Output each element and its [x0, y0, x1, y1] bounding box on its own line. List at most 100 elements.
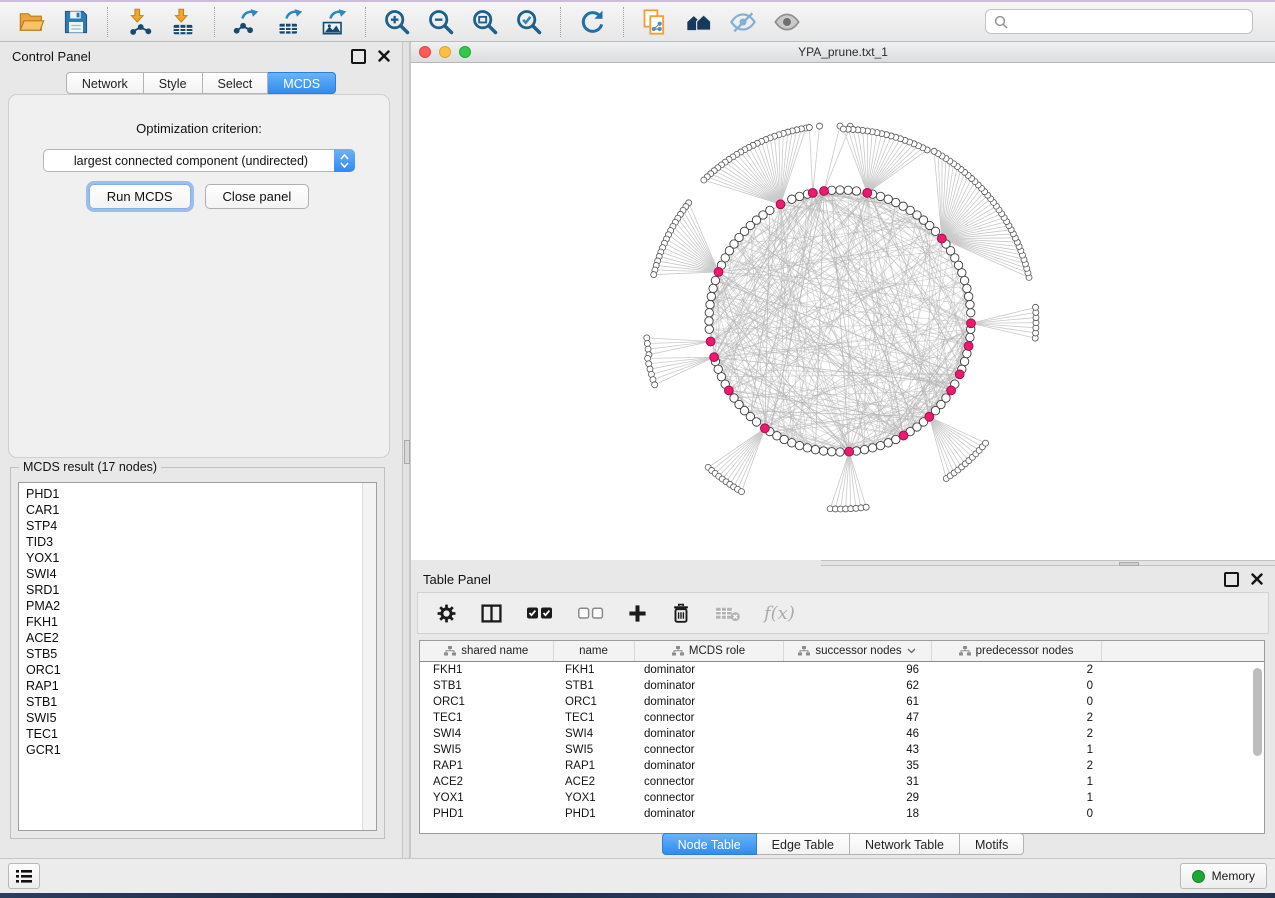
network-search-field[interactable] — [985, 9, 1253, 34]
network-window-titlebar[interactable]: YPA_prune.txt_1 — [411, 42, 1275, 63]
unchecked-boxes-icon — [577, 605, 604, 621]
node-table-body: FKH1FKH1dominator962STB1STB1dominator620… — [420, 661, 1264, 822]
show-all-button[interactable] — [771, 6, 803, 38]
delete-column-button[interactable] — [671, 603, 691, 624]
export-network-button[interactable] — [230, 6, 262, 38]
table-row[interactable]: ACE2ACE2connector311 — [420, 774, 1264, 790]
split-table-view-button[interactable] — [481, 604, 502, 623]
toolbar-separator — [214, 7, 215, 37]
control-panel-titlebar: Control Panel — [0, 42, 402, 70]
mcds-result-item[interactable]: FKH1 — [26, 614, 376, 630]
mcds-result-item[interactable]: PHD1 — [26, 486, 376, 502]
column-header-name[interactable]: name — [553, 641, 634, 661]
panel-menu-button[interactable] — [8, 863, 40, 889]
table-settings-button[interactable] — [436, 603, 457, 624]
tab-style[interactable]: Style — [144, 72, 203, 94]
table-row[interactable]: ORC1ORC1dominator610 — [420, 694, 1264, 710]
save-session-button[interactable] — [60, 6, 92, 38]
table-row[interactable]: SWI5SWI5connector431 — [420, 742, 1264, 758]
export-table-icon — [276, 8, 304, 36]
column-header-filler — [1101, 641, 1264, 661]
mcds-result-item[interactable]: RAP1 — [26, 678, 376, 694]
import-table-icon — [169, 8, 197, 36]
select-all-rows-button[interactable] — [526, 605, 553, 621]
column-header-MCDS-role[interactable]: MCDS role — [634, 641, 783, 661]
mcds-result-item[interactable]: YOX1 — [26, 550, 376, 566]
export-image-button[interactable] — [318, 6, 350, 38]
zoom-selected-button[interactable] — [513, 6, 545, 38]
mcds-list-scrollbar[interactable] — [362, 483, 376, 830]
criterion-select[interactable]: largest connected component (undirected) — [43, 149, 355, 172]
tab-edge-table[interactable]: Edge Table — [757, 833, 850, 855]
mcds-result-item[interactable]: TEC1 — [26, 726, 376, 742]
mcds-result-item[interactable]: ORC1 — [26, 662, 376, 678]
zoom-in-button[interactable] — [381, 6, 413, 38]
vertical-splitter[interactable] — [402, 42, 410, 858]
split-pane-icon — [481, 604, 502, 623]
import-table-button[interactable] — [167, 6, 199, 38]
table-row[interactable]: FKH1FKH1dominator962 — [420, 661, 1264, 678]
float-panel-icon[interactable] — [1224, 572, 1239, 587]
mcds-result-item[interactable]: TID3 — [26, 534, 376, 550]
table-scrollbar-thumb[interactable] — [1253, 668, 1262, 756]
zoom-fit-icon — [471, 8, 499, 36]
mcds-result-item[interactable]: CAR1 — [26, 502, 376, 518]
table-row[interactable]: YOX1YOX1connector291 — [420, 790, 1264, 806]
list-icon — [15, 869, 33, 884]
toolbar-separator — [365, 7, 366, 37]
mcds-result-item[interactable]: STB5 — [26, 646, 376, 662]
toolbar-separator — [107, 7, 108, 37]
open-session-button[interactable] — [16, 6, 48, 38]
content-region: Control Panel NetworkStyleSelectMCDS Opt… — [0, 42, 1275, 858]
tab-node-table[interactable]: Node Table — [662, 833, 757, 855]
deselect-all-rows-button[interactable] — [577, 605, 604, 621]
first-neighbors-button[interactable] — [683, 6, 715, 38]
table-row[interactable]: RAP1RAP1dominator352 — [420, 758, 1264, 774]
maximize-window-icon[interactable] — [459, 46, 471, 58]
mcds-result-item[interactable]: SRD1 — [26, 582, 376, 598]
close-panel-button[interactable]: Close panel — [205, 184, 310, 209]
network-canvas[interactable] — [411, 63, 1275, 560]
hide-selected-button[interactable] — [727, 6, 759, 38]
close-panel-icon[interactable] — [378, 50, 390, 62]
mcds-result-item[interactable]: ACE2 — [26, 630, 376, 646]
tab-network-table[interactable]: Network Table — [850, 833, 960, 855]
mcds-result-item[interactable]: SWI4 — [26, 566, 376, 582]
add-column-button[interactable] — [628, 604, 647, 623]
mcds-result-item[interactable]: STB1 — [26, 694, 376, 710]
tab-select[interactable]: Select — [203, 72, 269, 94]
control-panel-tabs: NetworkStyleSelectMCDS — [0, 72, 402, 94]
export-table-button[interactable] — [274, 6, 306, 38]
mcds-result-item[interactable]: GCR1 — [26, 742, 376, 758]
close-panel-icon[interactable] — [1251, 573, 1263, 585]
close-window-icon[interactable] — [419, 46, 431, 58]
delete-table-button[interactable] — [715, 605, 740, 622]
column-header-successor-nodes[interactable]: successor nodes — [783, 641, 931, 661]
function-builder-button[interactable]: f(x) — [764, 603, 795, 624]
open-folder-icon — [18, 8, 46, 36]
tab-mcds[interactable]: MCDS — [268, 72, 336, 94]
memory-label: Memory — [1212, 869, 1255, 883]
column-header-shared-name[interactable]: shared name — [420, 641, 553, 661]
mcds-result-item[interactable]: PMA2 — [26, 598, 376, 614]
search-input[interactable] — [1014, 14, 1244, 30]
tab-network[interactable]: Network — [66, 72, 144, 94]
gear-icon — [436, 603, 457, 624]
table-row[interactable]: STB1STB1dominator620 — [420, 678, 1264, 694]
table-row[interactable]: TEC1TEC1connector472 — [420, 710, 1264, 726]
table-row[interactable]: SWI4SWI4dominator462 — [420, 726, 1264, 742]
table-row[interactable]: PHD1PHD1dominator180 — [420, 806, 1264, 822]
run-mcds-button[interactable]: Run MCDS — [89, 184, 191, 209]
zoom-fit-button[interactable] — [469, 6, 501, 38]
float-panel-icon[interactable] — [351, 49, 366, 64]
memory-button[interactable]: Memory — [1180, 863, 1267, 889]
new-network-from-selection-button[interactable] — [639, 6, 671, 38]
refresh-view-button[interactable] — [576, 6, 608, 38]
zoom-out-button[interactable] — [425, 6, 457, 38]
import-network-button[interactable] — [123, 6, 155, 38]
column-header-predecessor-nodes[interactable]: predecessor nodes — [931, 641, 1101, 661]
mcds-result-item[interactable]: SWI5 — [26, 710, 376, 726]
mcds-result-item[interactable]: STP4 — [26, 518, 376, 534]
minimize-window-icon[interactable] — [439, 46, 451, 58]
tab-motifs[interactable]: Motifs — [960, 833, 1024, 855]
